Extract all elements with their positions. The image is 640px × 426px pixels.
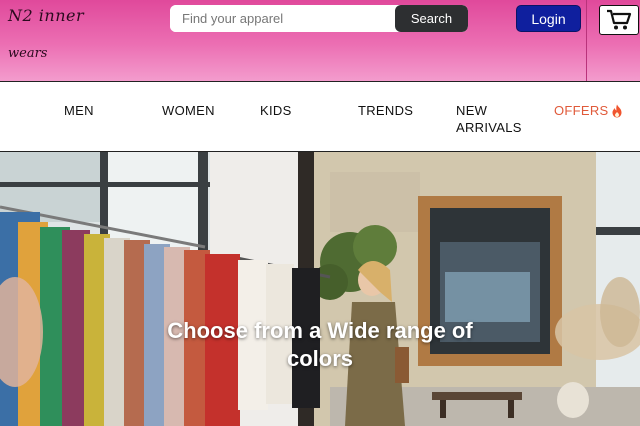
hero-caption-line1: Choose from a Wide range of (167, 318, 473, 343)
brand-logo-line2[interactable]: wears (8, 46, 47, 61)
hero-caption: Choose from a Wide range of colors (100, 317, 540, 373)
nav-new-arrivals[interactable]: NEW ARRIVALS (456, 102, 522, 136)
flame-icon (612, 104, 622, 117)
hero-caption-line2: colors (286, 346, 354, 371)
nav-new-arrivals-line1: NEW (456, 103, 488, 118)
nav-new-arrivals-line2: ARRIVALS (456, 120, 522, 135)
cart-icon (607, 9, 632, 30)
search-input[interactable] (170, 5, 395, 32)
search-button[interactable]: Search (395, 5, 468, 32)
cart-button[interactable] (599, 5, 639, 35)
login-button[interactable]: Login (516, 5, 581, 32)
nav-offers[interactable]: OFFERS (554, 102, 623, 119)
brand-logo-line1[interactable]: N2 inner (8, 6, 84, 25)
nav-kids[interactable]: KIDS (260, 102, 292, 119)
main-nav: MEN WOMEN KIDS TRENDS NEW ARRIVALS OFFER… (0, 81, 640, 152)
nav-men[interactable]: MEN (64, 102, 94, 119)
header-divider (586, 0, 587, 81)
nav-women[interactable]: WOMEN (162, 102, 215, 119)
search-bar: Search (170, 5, 468, 32)
clothing-store-photo (0, 152, 640, 426)
site-header: N2 inner wears Search Login (0, 0, 640, 81)
nav-trends[interactable]: TRENDS (358, 102, 413, 119)
nav-offers-label: OFFERS (554, 103, 609, 118)
hero-banner: Choose from a Wide range of colors (0, 152, 640, 426)
